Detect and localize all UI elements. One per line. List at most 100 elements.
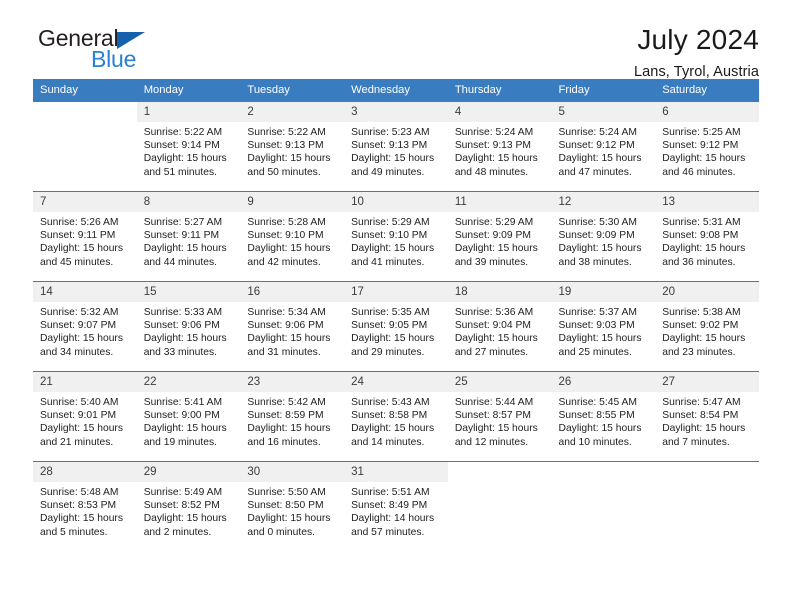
calendar-day-cell[interactable]: 26 Sunrise: 5:45 AM Sunset: 8:55 PM Dayligh… (551, 371, 656, 462)
calendar-cell-empty (447, 461, 552, 552)
sunset-time: Sunset: 8:59 PM (247, 410, 324, 422)
sunrise-time: Sunrise: 5:34 AM (247, 307, 326, 318)
day-number: 3 (344, 102, 448, 122)
day-number: 25 (447, 372, 552, 392)
sunrise-time: Sunrise: 5:28 AM (247, 217, 326, 228)
daylight-duration-line1: Daylight: 15 hours (247, 513, 331, 525)
day-number: 4 (447, 102, 552, 122)
calendar-page: General Blue July 2024 Lans, Tyrol, Aust… (0, 0, 792, 612)
sunrise-time: Sunrise: 5:45 AM (558, 397, 637, 408)
calendar-day-cell[interactable]: 21 Sunrise: 5:40 AM Sunset: 9:01 PM Dayligh… (33, 371, 137, 462)
sunset-time: Sunset: 8:52 PM (143, 500, 220, 512)
calendar-cell-empty (33, 101, 137, 192)
general-blue-logo[interactable]: General Blue (33, 25, 183, 73)
day-number: 11 (447, 192, 552, 212)
day-details: Sunrise: 5:27 AM Sunset: 9:11 PM Daylight:… (137, 212, 241, 269)
weekday-header-friday: Friday (551, 79, 656, 102)
calendar-day-cell[interactable]: 8 Sunrise: 5:27 AM Sunset: 9:11 PM Daylight… (136, 191, 241, 282)
calendar-day-cell[interactable]: 16 Sunrise: 5:34 AM Sunset: 9:06 PM Dayligh… (240, 281, 345, 372)
daylight-duration-line1: Daylight: 15 hours (143, 333, 227, 345)
daylight-duration-line2: and 19 minutes. (143, 436, 217, 448)
daylight-duration-line2: and 46 minutes. (662, 166, 736, 178)
daylight-duration-line2: and 12 minutes. (454, 436, 529, 448)
calendar-day-cell[interactable]: 12 Sunrise: 5:30 AM Sunset: 9:09 PM Dayligh… (551, 191, 656, 282)
calendar-day-cell[interactable]: 9 Sunrise: 5:28 AM Sunset: 9:10 PM Daylight… (240, 191, 345, 282)
daylight-duration-line1: Daylight: 15 hours (351, 423, 435, 435)
sunset-time: Sunset: 9:09 PM (558, 230, 635, 242)
calendar-day-cell[interactable]: 27 Sunrise: 5:47 AM Sunset: 8:54 PM Dayligh… (655, 371, 759, 462)
sunset-time: Sunset: 9:12 PM (662, 140, 739, 152)
daylight-duration-line1: Daylight: 15 hours (143, 153, 227, 165)
day-details: Sunrise: 5:37 AM Sunset: 9:03 PM Daylight:… (552, 302, 656, 359)
daylight-duration-line2: and 5 minutes. (40, 526, 108, 538)
day-number: 6 (655, 102, 759, 122)
calendar-day-cell[interactable]: 24 Sunrise: 5:43 AM Sunset: 8:58 PM Dayligh… (344, 371, 448, 462)
calendar-day-cell[interactable]: 14 Sunrise: 5:32 AM Sunset: 9:07 PM Dayligh… (33, 281, 137, 372)
calendar-day-cell[interactable]: 4 Sunrise: 5:24 AM Sunset: 9:13 PM Daylight… (447, 101, 552, 192)
sunset-time: Sunset: 9:00 PM (143, 410, 220, 422)
daylight-duration-line1: Daylight: 15 hours (662, 333, 746, 345)
calendar-day-cell[interactable]: 29 Sunrise: 5:49 AM Sunset: 8:52 PM Dayligh… (136, 461, 241, 552)
calendar-day-cell[interactable]: 5 Sunrise: 5:24 AM Sunset: 9:12 PM Daylight… (551, 101, 656, 192)
sunset-time: Sunset: 9:07 PM (40, 320, 117, 332)
sunset-time: Sunset: 9:06 PM (143, 320, 220, 332)
calendar-day-cell[interactable]: 17 Sunrise: 5:35 AM Sunset: 9:05 PM Dayligh… (344, 281, 448, 372)
daylight-duration-line2: and 50 minutes. (247, 166, 321, 178)
calendar-day-cell[interactable]: 3 Sunrise: 5:23 AM Sunset: 9:13 PM Daylight… (344, 101, 448, 192)
day-number: 23 (240, 372, 345, 392)
daylight-duration-line1: Daylight: 15 hours (143, 423, 227, 435)
day-details: Sunrise: 5:38 AM Sunset: 9:02 PM Daylight:… (655, 302, 759, 359)
sunrise-time: Sunrise: 5:24 AM (454, 127, 534, 138)
day-details: Sunrise: 5:35 AM Sunset: 9:05 PM Daylight:… (344, 302, 448, 359)
calendar-day-cell[interactable]: 31 Sunrise: 5:51 AM Sunset: 8:49 PM Dayligh… (344, 461, 448, 552)
day-number: 26 (551, 372, 656, 392)
weekday-header-wednesday: Wednesday (344, 79, 448, 102)
calendar-day-cell[interactable]: 20 Sunrise: 5:38 AM Sunset: 9:02 PM Dayligh… (655, 281, 759, 372)
calendar-day-cell[interactable]: 7 Sunrise: 5:26 AM Sunset: 9:11 PM Daylight… (33, 191, 137, 282)
daylight-duration-line1: Daylight: 15 hours (40, 513, 123, 525)
daylight-duration-line2: and 23 minutes. (662, 346, 736, 358)
calendar-day-cell[interactable]: 1 Sunrise: 5:22 AM Sunset: 9:14 PM Daylight… (136, 101, 241, 192)
daylight-duration-line1: Daylight: 15 hours (662, 153, 746, 165)
sunset-time: Sunset: 8:50 PM (247, 500, 324, 512)
calendar-week-row: 28 Sunrise: 5:48 AM Sunset: 8:53 PM Dayligh… (33, 461, 759, 552)
calendar-day-cell[interactable]: 6 Sunrise: 5:25 AM Sunset: 9:12 PM Daylight… (655, 101, 759, 192)
daylight-duration-line1: Daylight: 15 hours (143, 513, 227, 525)
sunrise-sunset-calendar: Sunday Monday Tuesday Wednesday Thursday… (33, 79, 759, 552)
day-details: Sunrise: 5:24 AM Sunset: 9:13 PM Daylight:… (448, 122, 552, 179)
day-number: 30 (240, 462, 345, 482)
day-number: 16 (240, 282, 345, 302)
calendar-day-cell[interactable]: 30 Sunrise: 5:50 AM Sunset: 8:50 PM Dayligh… (240, 461, 345, 552)
sunset-time: Sunset: 9:13 PM (351, 140, 428, 152)
calendar-cell-empty (551, 461, 656, 552)
daylight-duration-line2: and 2 minutes. (143, 526, 212, 538)
calendar-day-cell[interactable]: 22 Sunrise: 5:41 AM Sunset: 9:00 PM Dayligh… (136, 371, 241, 462)
calendar-day-cell[interactable]: 10 Sunrise: 5:29 AM Sunset: 9:10 PM Dayligh… (344, 191, 448, 282)
day-number: 27 (655, 372, 759, 392)
calendar-day-cell[interactable]: 23 Sunrise: 5:42 AM Sunset: 8:59 PM Dayligh… (240, 371, 345, 462)
calendar-week-row: 7 Sunrise: 5:26 AM Sunset: 9:11 PM Daylight… (33, 191, 759, 282)
calendar-day-cell[interactable]: 11 Sunrise: 5:29 AM Sunset: 9:09 PM Dayligh… (447, 191, 552, 282)
calendar-day-cell[interactable]: 28 Sunrise: 5:48 AM Sunset: 8:53 PM Dayligh… (33, 461, 137, 552)
day-details: Sunrise: 5:23 AM Sunset: 9:13 PM Daylight:… (344, 122, 448, 179)
sunset-time: Sunset: 9:05 PM (351, 320, 428, 332)
calendar-day-cell[interactable]: 19 Sunrise: 5:37 AM Sunset: 9:03 PM Dayligh… (551, 281, 656, 372)
sunset-time: Sunset: 9:06 PM (247, 320, 324, 332)
calendar-day-cell[interactable]: 15 Sunrise: 5:33 AM Sunset: 9:06 PM Dayligh… (136, 281, 241, 372)
daylight-duration-line1: Daylight: 15 hours (40, 423, 123, 435)
daylight-duration-line1: Daylight: 15 hours (247, 153, 331, 165)
calendar-day-cell[interactable]: 18 Sunrise: 5:36 AM Sunset: 9:04 PM Dayligh… (447, 281, 552, 372)
calendar-day-cell[interactable]: 13 Sunrise: 5:31 AM Sunset: 9:08 PM Dayligh… (655, 191, 759, 282)
sunrise-time: Sunrise: 5:33 AM (143, 307, 223, 318)
page-title: July 2024 (637, 24, 759, 55)
sunset-time: Sunset: 9:03 PM (558, 320, 635, 332)
sunset-time: Sunset: 9:10 PM (247, 230, 324, 242)
daylight-duration-line1: Daylight: 15 hours (454, 153, 538, 165)
sunrise-time: Sunrise: 5:36 AM (454, 307, 534, 318)
day-details: Sunrise: 5:22 AM Sunset: 9:14 PM Daylight:… (137, 122, 241, 179)
calendar-day-cell[interactable]: 25 Sunrise: 5:44 AM Sunset: 8:57 PM Dayligh… (447, 371, 552, 462)
sunset-time: Sunset: 9:02 PM (662, 320, 739, 332)
daylight-duration-line1: Daylight: 15 hours (247, 423, 331, 435)
calendar-day-cell[interactable]: 2 Sunrise: 5:22 AM Sunset: 9:13 PM Daylight… (240, 101, 345, 192)
daylight-duration-line1: Daylight: 15 hours (40, 333, 123, 345)
